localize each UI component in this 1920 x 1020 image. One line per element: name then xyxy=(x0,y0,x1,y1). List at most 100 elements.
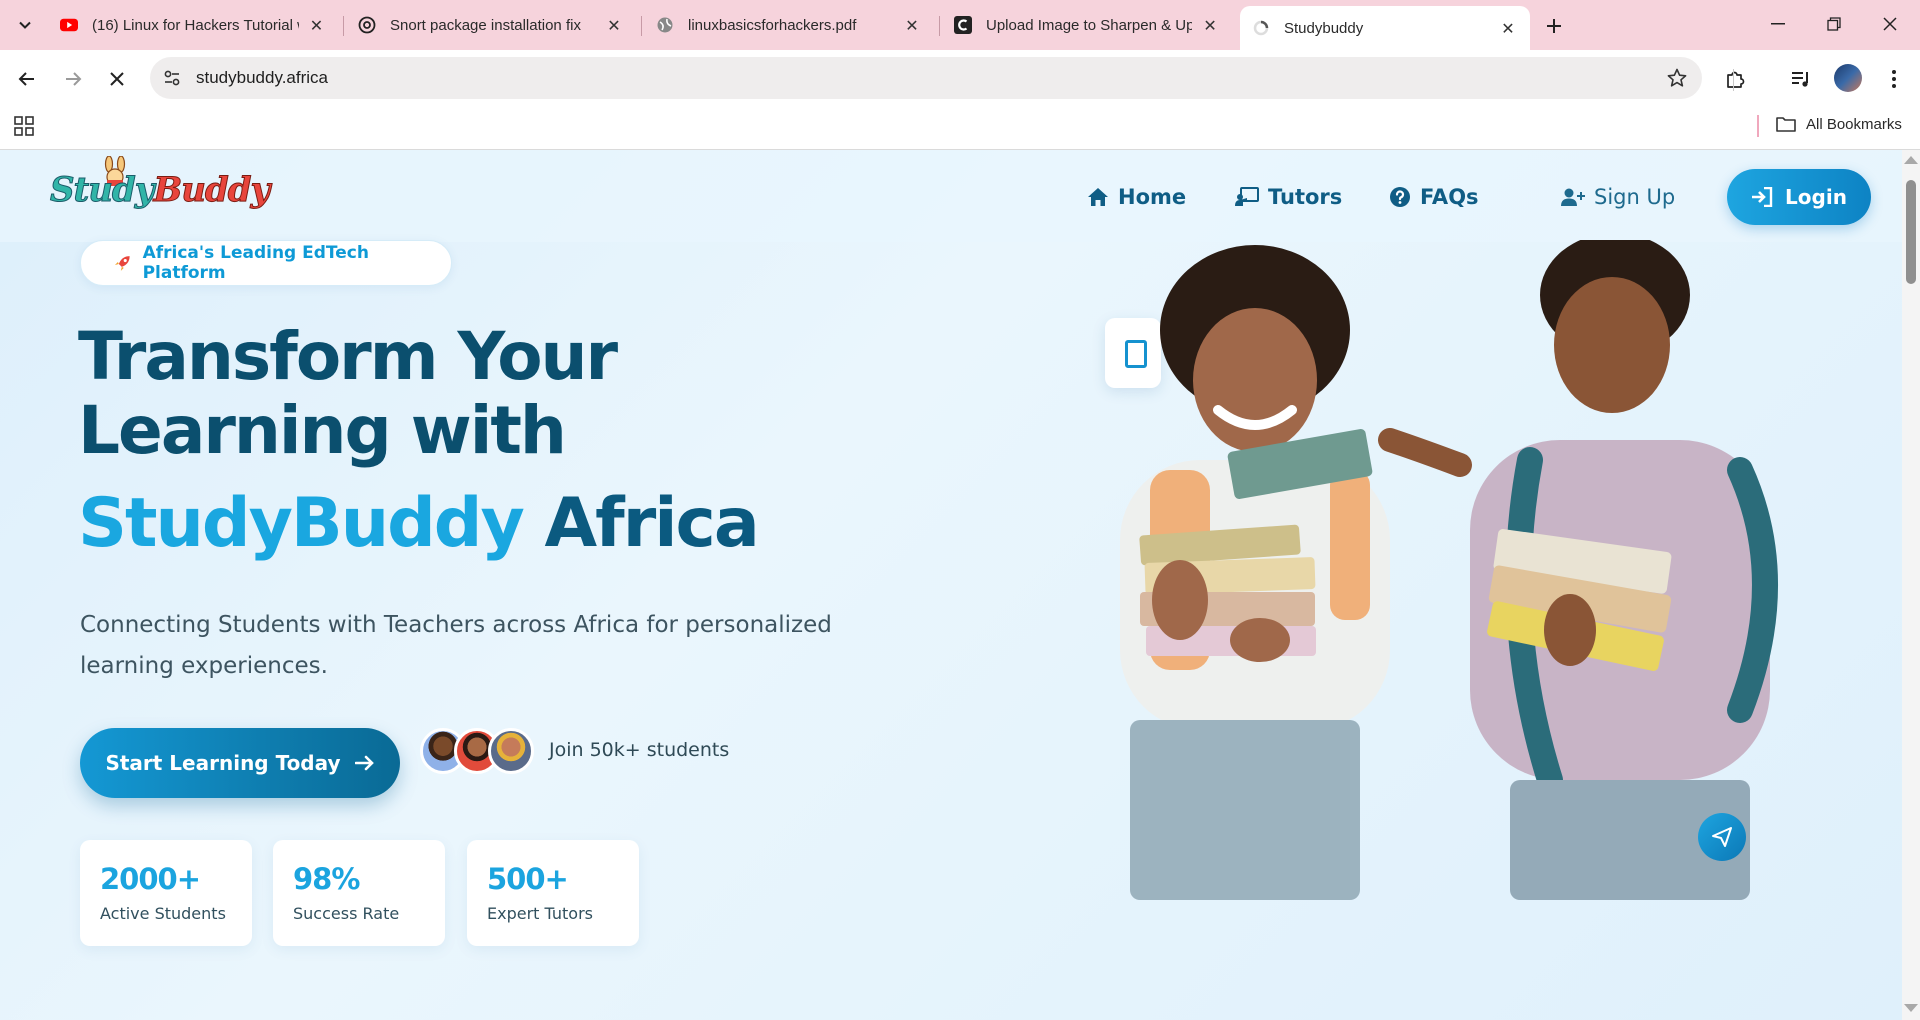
toolbar-divider xyxy=(1733,69,1734,91)
tab-pdf[interactable]: linuxbasicsforhackers.pdf ✕ xyxy=(644,6,934,44)
close-icon xyxy=(1883,17,1897,31)
minimize-button[interactable] xyxy=(1750,0,1806,48)
media-control-button[interactable] xyxy=(1783,61,1819,97)
tab-divider xyxy=(641,16,642,36)
hero-title: Transform Your Learning with xyxy=(78,318,618,469)
puzzle-icon xyxy=(1727,71,1745,88)
nav-home-label: Home xyxy=(1118,185,1187,209)
all-bookmarks-label: All Bookmarks xyxy=(1806,115,1902,133)
nav-signup-label: Sign Up xyxy=(1594,185,1676,209)
scrollbar-thumb[interactable] xyxy=(1906,180,1916,284)
folder-icon xyxy=(1776,117,1796,132)
close-icon xyxy=(110,72,124,86)
all-bookmarks-button[interactable]: All Bookmarks xyxy=(1776,113,1902,135)
arrow-left-icon xyxy=(18,72,34,86)
hero-brand-region: Africa xyxy=(544,484,760,563)
web-page: StudyBuddy Home Tutors FAQs Sign Up Logi… xyxy=(0,150,1902,1020)
chat-fab-button[interactable] xyxy=(1698,813,1746,861)
avatar xyxy=(488,728,534,774)
stat-card-tutors: 500+ Expert Tutors xyxy=(467,840,639,946)
url-text: studybuddy.africa xyxy=(196,68,328,87)
hero-subtitle: Connecting Students with Teachers across… xyxy=(80,612,832,679)
stat-label: Active Students xyxy=(100,904,226,923)
star-icon[interactable] xyxy=(1666,67,1688,89)
stat-value: 98% xyxy=(293,862,360,896)
join-students-text: Join 50k+ students xyxy=(549,739,730,761)
tab-title: Snort package installation fix xyxy=(390,16,581,34)
close-icon[interactable]: ✕ xyxy=(1200,15,1220,35)
arrow-right-icon xyxy=(354,755,374,771)
tab-strip: (16) Linux for Hackers Tutorial w ✕ Snor… xyxy=(0,0,1920,50)
close-window-button[interactable] xyxy=(1862,0,1918,48)
extensions-button[interactable] xyxy=(1717,61,1753,97)
nav-faqs-label: FAQs xyxy=(1420,185,1479,209)
hero-title-line2: Learning with xyxy=(78,392,567,469)
home-icon xyxy=(1088,188,1108,206)
tab-title: linuxbasicsforhackers.pdf xyxy=(688,16,857,34)
close-icon[interactable]: ✕ xyxy=(1498,18,1518,38)
arrow-right-icon xyxy=(66,72,82,86)
site-header: StudyBuddy Home Tutors FAQs Sign Up Logi… xyxy=(0,150,1902,242)
tab-title: Studybuddy xyxy=(1284,19,1364,37)
address-bar[interactable]: studybuddy.africa xyxy=(150,57,1702,99)
studybuddy-logo[interactable]: StudyBuddy xyxy=(50,156,271,222)
tab-studybuddy[interactable]: Studybuddy ✕ xyxy=(1240,6,1530,50)
forward-button[interactable] xyxy=(55,61,91,97)
hero-brand-name: StudyBuddy xyxy=(78,484,525,563)
bookmarks-divider xyxy=(1757,115,1759,137)
close-icon[interactable]: ✕ xyxy=(604,15,624,35)
scroll-up-arrow-icon[interactable] xyxy=(1904,156,1918,164)
stat-value: 2000+ xyxy=(100,862,201,896)
restore-button[interactable] xyxy=(1806,0,1862,48)
paper-plane-icon xyxy=(1712,827,1732,847)
site-settings-icon xyxy=(164,70,180,86)
playlist-icon xyxy=(1792,72,1808,87)
close-icon[interactable]: ✕ xyxy=(307,15,326,35)
rocket-icon xyxy=(114,256,130,271)
profile-avatar[interactable] xyxy=(1834,64,1862,92)
apps-grid-icon[interactable] xyxy=(14,116,34,136)
stat-card-success: 98% Success Rate xyxy=(273,840,445,946)
stat-label: Expert Tutors xyxy=(487,904,593,923)
login-button[interactable]: Login xyxy=(1727,169,1871,225)
nav-tutors[interactable]: Tutors xyxy=(1235,180,1342,214)
browser-menu-button[interactable] xyxy=(1876,61,1912,97)
tab-title: Upload Image to Sharpen & Up xyxy=(986,16,1193,34)
nav-home[interactable]: Home xyxy=(1087,180,1186,214)
nav-signup[interactable]: Sign Up xyxy=(1561,180,1675,214)
platform-badge-label: Africa's Leading EdTech Platform xyxy=(142,243,369,283)
hero-students-photo xyxy=(1120,240,1778,900)
back-button[interactable] xyxy=(9,61,45,97)
platform-badge: Africa's Leading EdTech Platform xyxy=(80,240,452,286)
close-icon[interactable]: ✕ xyxy=(902,15,922,35)
student-avatars xyxy=(420,728,540,778)
tab-snort[interactable]: Snort package installation fix ✕ xyxy=(346,6,636,44)
bookmarks-bar xyxy=(0,108,1920,150)
chevron-down-icon xyxy=(19,21,31,29)
logo-wordmark: StudyBuddy xyxy=(50,170,271,211)
stat-card-students: 2000+ Active Students xyxy=(80,840,252,946)
chalkboard-teacher-icon xyxy=(1235,187,1259,206)
hero-title-line1: Transform Your xyxy=(78,318,618,395)
browser-toolbar: studybuddy.africa xyxy=(0,50,1920,108)
girl-illustration xyxy=(1120,245,1390,900)
stat-value: 500+ xyxy=(487,862,569,896)
globe-icon xyxy=(656,16,674,34)
hero-title-brand: StudyBuddy Africa xyxy=(78,484,760,564)
nav-faqs[interactable]: FAQs xyxy=(1389,180,1479,214)
tab-sharpen[interactable]: Upload Image to Sharpen & Up ✕ xyxy=(942,6,1232,44)
start-learning-button[interactable]: Start Learning Today xyxy=(80,728,400,798)
tab-youtube[interactable]: (16) Linux for Hackers Tutorial w ✕ xyxy=(48,6,338,44)
openai-icon xyxy=(358,16,376,34)
user-plus-icon xyxy=(1561,188,1585,206)
tab-divider xyxy=(939,16,940,36)
stop-loading-button[interactable] xyxy=(99,61,135,97)
tab-search-button[interactable] xyxy=(8,8,42,42)
minimize-icon xyxy=(1771,23,1785,25)
scroll-down-arrow-icon[interactable] xyxy=(1904,1004,1918,1012)
new-tab-button[interactable] xyxy=(1538,10,1570,42)
c-logo-icon xyxy=(954,16,972,34)
tab-divider xyxy=(343,16,344,36)
tab-title: (16) Linux for Hackers Tutorial w xyxy=(92,16,299,34)
kebab-menu-icon xyxy=(1892,70,1896,88)
